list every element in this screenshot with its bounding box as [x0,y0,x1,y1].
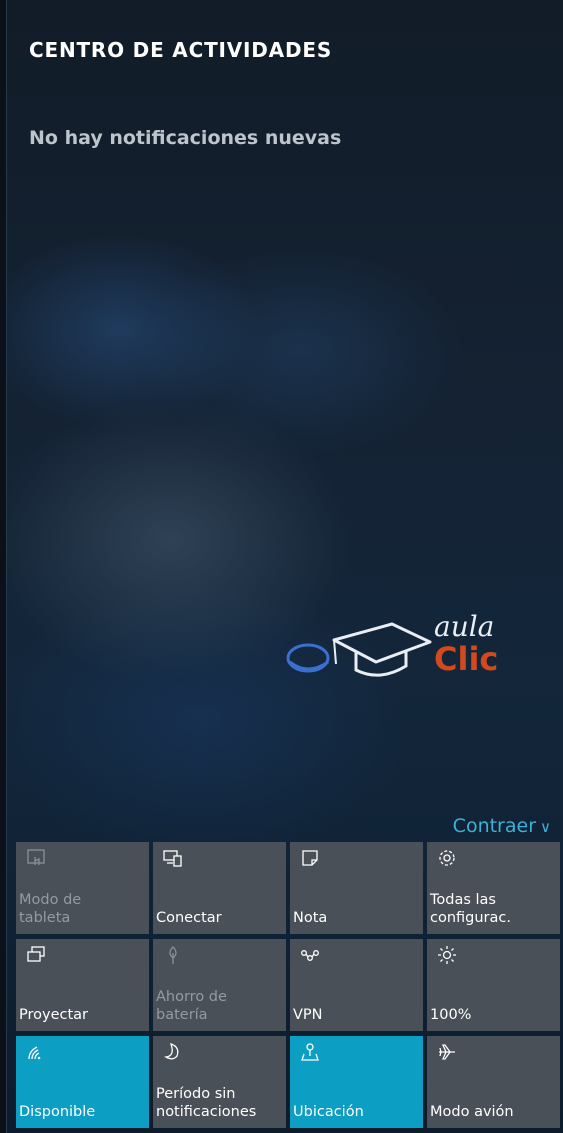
collapse-button[interactable]: Contraer ∨ [453,815,551,837]
quick-action-label: Todas las configurac. [430,892,511,926]
quiet-hours-moon-icon [163,1042,183,1062]
quick-action-label: Modo de tableta [19,892,82,926]
wifi-icon [26,1042,46,1062]
quick-action-project[interactable]: Proyectar [16,939,149,1031]
vpn-icon [300,945,320,965]
action-center-title: CENTRO DE ACTIVIDADES [29,38,333,62]
aulaclic-logo: aula Clic [284,610,514,690]
chevron-down-icon: ∨ [540,818,551,836]
logo-text-clic: Clic [434,640,499,678]
quick-action-wifi-available[interactable]: Disponible [16,1036,149,1128]
quick-action-location[interactable]: Ubicación [290,1036,423,1128]
quick-action-airplane-mode[interactable]: Modo avión [427,1036,560,1128]
tablet-mode-icon [26,848,46,868]
quick-action-label: Ahorro de batería [156,989,227,1023]
quick-action-label: VPN [293,1007,323,1023]
quick-actions-grid: Modo de tableta Conectar Nota Todas las … [16,842,560,1128]
quick-action-label: Período sin notificaciones [156,1086,257,1120]
project-icon [26,945,46,965]
connect-icon [163,848,183,868]
brightness-icon [437,945,457,965]
quick-action-label: Disponible [19,1104,96,1120]
quick-action-label: Conectar [156,910,222,926]
quick-action-label: 100% [430,1007,472,1023]
settings-gear-icon [437,848,457,868]
quick-action-label: Nota [293,910,328,926]
airplane-icon [437,1042,457,1062]
quick-action-note[interactable]: Nota [290,842,423,934]
quick-action-vpn[interactable]: VPN [290,939,423,1031]
note-icon [300,848,320,868]
location-icon [300,1042,320,1062]
quick-action-label: Proyectar [19,1007,89,1023]
mortarboard-logo-icon [286,622,432,677]
collapse-label: Contraer [452,815,537,837]
quick-action-label: Ubicación [293,1104,364,1120]
quick-action-battery-saver[interactable]: Ahorro de batería [153,939,286,1031]
quick-action-all-settings[interactable]: Todas las configurac. [427,842,560,934]
quick-action-label: Modo avión [430,1104,514,1120]
battery-saver-icon [163,945,183,965]
quick-action-connect[interactable]: Conectar [153,842,286,934]
logo-text-aula: aula [434,610,495,643]
quick-action-quiet-hours[interactable]: Período sin notificaciones [153,1036,286,1128]
no-notifications-text: No hay notificaciones nuevas [29,127,342,149]
quick-action-brightness[interactable]: 100% [427,939,560,1031]
quick-action-tablet-mode[interactable]: Modo de tableta [16,842,149,934]
panel-left-border [0,0,7,1133]
